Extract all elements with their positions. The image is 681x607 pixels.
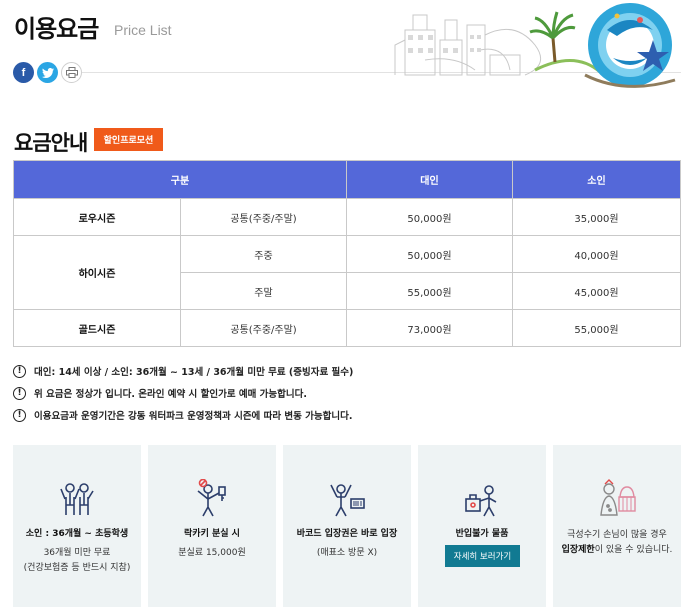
child-price-cell: 40,000원 xyxy=(512,235,681,273)
discount-promotion-button[interactable]: 할인프로모션 xyxy=(94,128,163,151)
notice-text: 대인: 14세 이상 / 소인: 36개월 ~ 13세 / 36개월 미만 무료… xyxy=(34,367,354,378)
locker-key-icon xyxy=(197,479,226,517)
exclamation-icon: ! xyxy=(13,386,26,400)
day-cell: 주말 xyxy=(180,272,347,310)
notice-list: ! 대인: 14세 이상 / 소인: 36개월 ~ 13세 / 36개월 미만 … xyxy=(13,360,353,426)
crowd-limit-icon xyxy=(600,479,636,516)
child-price-cell: 45,000원 xyxy=(512,272,681,310)
info-card-locker-key: 락카키 분실 시 분실료 15,000원 xyxy=(148,445,276,607)
info-card-barcode-ticket: 바코드 입장권은 바로 입장 (매표소 방문 X) xyxy=(283,445,411,607)
twitter-icon[interactable] xyxy=(37,62,58,83)
entry-limit-emphasis: 입장제한 xyxy=(561,545,595,555)
price-table: 구분 대인 소인 로우시즌 공통(주중/주말) 50,000원 35,000원 … xyxy=(13,160,681,347)
info-cards: 소인 : 36개월 ~ 초등학생 36개월 미만 무료 (건강보험증 등 반드시… xyxy=(13,445,681,607)
day-cell: 공통(주중/주말) xyxy=(180,309,347,347)
card-description: 극성수기 손님이 많을 경우 입장제한이 있을 수 있습니다. xyxy=(553,528,681,558)
info-card-prohibited-items: 반입불가 물품 자세히 보러가기 xyxy=(418,445,546,607)
card-description: 분실료 15,000원 xyxy=(148,546,276,561)
adult-price-cell: 55,000원 xyxy=(346,272,513,310)
card-desc-rest: 이 있을 수 있습니다. xyxy=(594,545,673,555)
adult-price-cell: 50,000원 xyxy=(346,198,513,236)
card-description: (매표소 방문 X) xyxy=(283,546,411,561)
info-card-entry-limit: 극성수기 손님이 많을 경우 입장제한이 있을 수 있습니다. xyxy=(553,445,681,607)
exclamation-icon: ! xyxy=(13,408,26,422)
notice-item: ! 이용요금과 운영기간은 강동 워터파크 운영정책과 시즌에 따라 변동 가능… xyxy=(13,404,353,426)
column-header-child: 소인 xyxy=(512,160,681,199)
card-title: 락카키 분실 시 xyxy=(184,529,240,539)
section-title: 요금안내 xyxy=(14,131,88,155)
social-share: f xyxy=(13,62,82,83)
card-desc-line: 입장제한이 있을 수 있습니다. xyxy=(553,543,681,558)
day-cell: 주중 xyxy=(180,235,347,273)
card-desc-line: 36개월 미만 무료 xyxy=(43,548,111,558)
notice-item: ! 대인: 14세 이상 / 소인: 36개월 ~ 13세 / 36개월 미만 … xyxy=(13,360,353,382)
page-header: 이용요금 Price List f xyxy=(0,0,681,95)
page-subtitle: Price List xyxy=(114,22,172,38)
table-row: 하이시즌 주중 50,000원 40,000원 xyxy=(13,235,681,310)
card-desc-line: (건강보험증 등 반드시 지참) xyxy=(23,563,131,573)
column-header-category: 구분 xyxy=(13,160,347,199)
card-desc-line: (매표소 방문 X) xyxy=(316,548,378,558)
print-icon[interactable] xyxy=(61,62,82,83)
card-title: 바코드 입장권은 바로 입장 xyxy=(296,529,398,539)
exclamation-icon: ! xyxy=(13,364,26,378)
facebook-icon[interactable]: f xyxy=(13,62,34,83)
prohibited-items-icon xyxy=(465,485,497,517)
child-price-cell: 35,000원 xyxy=(512,198,681,236)
page-title: 이용요금 xyxy=(14,15,99,43)
notice-text: 위 요금은 정상가 입니다. 온라인 예약 시 할인가로 예매 가능합니다. xyxy=(34,389,307,400)
notice-item: ! 위 요금은 정상가 입니다. 온라인 예약 시 할인가로 예매 가능합니다. xyxy=(13,382,353,404)
children-icon xyxy=(60,483,94,515)
card-description: 36개월 미만 무료 (건강보험증 등 반드시 지참) xyxy=(13,546,141,576)
table-row: 골드시즌 공통(주중/주말) 73,000원 55,000원 xyxy=(13,309,681,347)
child-price-cell: 55,000원 xyxy=(512,309,681,347)
barcode-ticket-icon xyxy=(330,484,365,517)
card-title: 반입불가 물품 xyxy=(455,529,509,539)
season-cell: 로우시즌 xyxy=(13,198,181,236)
day-cell: 공통(주중/주말) xyxy=(180,198,347,236)
card-title: 소인 : 36개월 ~ 초등학생 xyxy=(25,529,129,539)
waterpark-banner-illustration xyxy=(394,3,676,88)
season-cell: 하이시즌 xyxy=(13,235,181,310)
adult-price-cell: 73,000원 xyxy=(346,309,513,347)
table-header-row: 구분 대인 소인 xyxy=(13,160,681,199)
info-card-child-age: 소인 : 36개월 ~ 초등학생 36개월 미만 무료 (건강보험증 등 반드시… xyxy=(13,445,141,607)
view-details-button[interactable]: 자세히 보러가기 xyxy=(445,545,520,567)
card-desc-line: 극성수기 손님이 많을 경우 xyxy=(567,530,667,540)
card-desc-line: 분실료 15,000원 xyxy=(178,548,246,558)
table-row: 로우시즌 공통(주중/주말) 50,000원 35,000원 xyxy=(13,198,681,236)
notice-text: 이용요금과 운영기간은 강동 워터파크 운영정책과 시즌에 따라 변동 가능합니… xyxy=(34,411,353,422)
column-header-adult: 대인 xyxy=(346,160,513,199)
season-cell: 골드시즌 xyxy=(13,309,181,347)
adult-price-cell: 50,000원 xyxy=(346,235,513,273)
